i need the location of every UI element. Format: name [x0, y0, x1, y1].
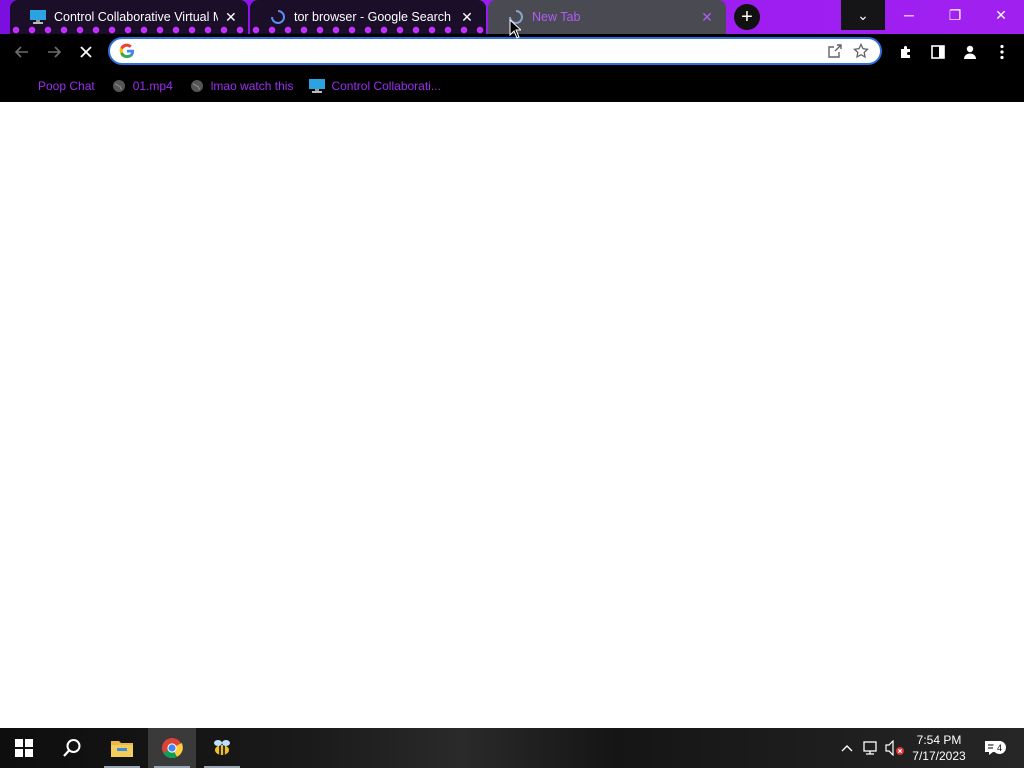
back-button[interactable] — [8, 38, 36, 66]
tab-close-button[interactable]: ✕ — [224, 8, 238, 26]
mouse-cursor-icon — [509, 19, 521, 39]
new-tab-button[interactable]: + — [734, 4, 760, 30]
bookmark-poop-chat[interactable]: Poop Chat — [32, 74, 101, 98]
app-bee-button[interactable] — [198, 728, 246, 768]
windows-taskbar: 7:54 PM 7/17/2023 4 — [0, 728, 1024, 768]
bookmark-control-collaborative[interactable]: Control Collaborati... — [303, 74, 446, 98]
bee-app-icon — [214, 740, 230, 755]
address-input[interactable] — [141, 40, 822, 62]
globe-icon — [189, 78, 205, 94]
system-clock[interactable]: 7:54 PM 7/17/2023 — [906, 732, 972, 764]
globe-icon — [111, 78, 127, 94]
kebab-menu-icon — [1000, 44, 1004, 60]
search-button[interactable] — [48, 728, 96, 768]
tab-search-button[interactable]: ⌄ — [841, 0, 885, 30]
action-center-button[interactable]: 4 — [978, 728, 1008, 768]
google-icon — [119, 43, 135, 59]
tab-title: tor browser - Google Search — [294, 10, 452, 24]
chrome-button[interactable] — [148, 728, 196, 768]
profile-button[interactable] — [956, 38, 984, 66]
side-panel-button[interactable] — [924, 38, 952, 66]
minimize-button[interactable]: ─ — [887, 0, 931, 30]
file-explorer-button[interactable] — [98, 728, 146, 768]
tab-tor-browser-search[interactable]: tor browser - Google Search ✕ — [250, 0, 486, 34]
bookmarks-bar: Poop Chat 01.mp4 lmao watch this Control… — [0, 70, 1024, 102]
network-icon — [863, 741, 877, 755]
bookmark-lmao-watch-this[interactable]: lmao watch this — [183, 74, 300, 98]
close-window-button[interactable]: ✕ — [979, 0, 1023, 30]
volume-status[interactable] — [884, 728, 906, 768]
puzzle-icon — [901, 46, 910, 58]
arrow-left-icon — [14, 46, 28, 58]
loading-spinner-icon — [270, 9, 286, 25]
notification-count-badge: 4 — [993, 741, 1006, 754]
monitor-icon — [30, 9, 46, 25]
tab-title: Control Collaborative Virtual Machine — [54, 10, 218, 24]
person-icon — [964, 45, 976, 59]
clock-date: 7/17/2023 — [912, 749, 966, 763]
tab-new-tab[interactable]: New Tab ✕ — [488, 0, 726, 34]
monitor-icon — [309, 78, 326, 94]
bookmark-star-icon[interactable] — [848, 39, 874, 63]
browser-toolbar — [0, 34, 1024, 70]
tab-control-collaborative[interactable]: Control Collaborative Virtual Machine ✕ — [10, 0, 248, 34]
folder-icon — [111, 741, 133, 757]
bookmark-label: Control Collaborati... — [331, 79, 441, 93]
network-status[interactable] — [860, 728, 882, 768]
menu-button[interactable] — [988, 38, 1016, 66]
side-panel-icon — [931, 45, 945, 59]
volume-muted-icon — [885, 740, 904, 756]
page-content-area — [0, 102, 1024, 728]
bookmark-label: lmao watch this — [210, 79, 294, 93]
arrow-right-icon — [48, 46, 62, 58]
stop-x-icon — [80, 46, 92, 58]
restore-button[interactable]: ❐ — [933, 0, 977, 30]
bookmark-01-mp4[interactable]: 01.mp4 — [105, 74, 179, 98]
tab-close-button[interactable]: ✕ — [698, 8, 716, 26]
bookmark-label: Poop Chat — [38, 79, 95, 93]
search-icon — [63, 739, 81, 757]
windows-logo-icon — [15, 739, 33, 757]
tab-close-button[interactable]: ✕ — [458, 8, 476, 26]
clock-time: 7:54 PM — [916, 733, 962, 747]
bookmark-label: 01.mp4 — [132, 79, 173, 93]
share-icon[interactable] — [822, 39, 848, 63]
start-button[interactable] — [0, 728, 48, 768]
forward-button[interactable] — [40, 38, 68, 66]
stop-loading-button[interactable] — [72, 38, 100, 66]
extensions-button[interactable] — [892, 38, 920, 66]
tab-title: New Tab — [532, 10, 581, 24]
chrome-icon — [162, 738, 183, 759]
chevron-up-icon — [841, 745, 853, 752]
address-bar[interactable] — [108, 37, 882, 65]
show-hidden-icons-button[interactable] — [838, 728, 856, 768]
